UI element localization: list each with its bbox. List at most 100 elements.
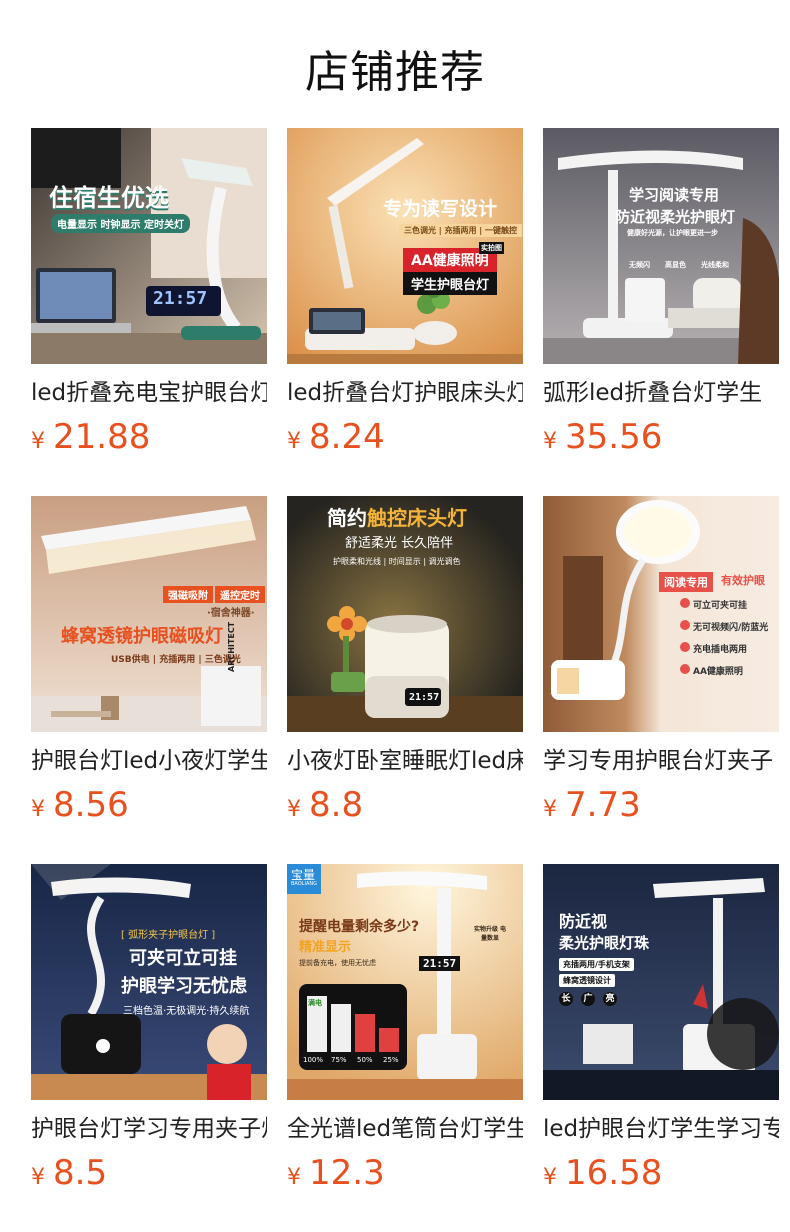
currency-symbol: ¥ [31, 429, 45, 454]
promo-subline: 三色调光 | 充插两用 | 一键触控 [399, 224, 522, 237]
product-price: ¥35.56 [543, 418, 779, 462]
product-photo [543, 496, 779, 732]
feature-tag: 强磁吸附 [163, 586, 213, 603]
promo-headline: 蜂窝透镜护眼磁吸灯 [61, 626, 223, 647]
feature-item: 可立可夹可挂 [693, 601, 748, 611]
product-name[interactable]: 弧形led折叠台灯学生 [543, 378, 779, 408]
book-spine-text: ARCHITECT [227, 621, 236, 672]
product-image[interactable]: 简约触控床头灯 舒适柔光 长久陪伴 护眼柔和光线 | 时间显示 | 调光调色 2… [287, 496, 523, 732]
level-label: 25% [383, 1056, 399, 1064]
corner-label: 实拍图 [479, 242, 504, 254]
product-price: ¥8.8 [287, 786, 523, 830]
promo-headline: 学习阅读专用 [629, 186, 720, 204]
product-image[interactable]: 专为读写设计 三色调光 | 充插两用 | 一键触控 AA健康照明 学生护眼台灯 … [287, 128, 523, 364]
promo-headline-2: 护眼学习无忧虑 [121, 976, 247, 997]
promo-subline: 电量显示 时钟显示 定时关灯 [51, 214, 190, 233]
feature-item: 无可视频闪/防蓝光 [693, 623, 769, 633]
product-name[interactable]: 护眼台灯led小夜灯学生 [31, 746, 267, 776]
level-label: 50% [357, 1056, 373, 1064]
product-image[interactable]: [ 弧形夹子护眼台灯 ] 可夹可立可挂 护眼学习无忧虑 三档色温·无极调光·持久… [31, 864, 267, 1100]
currency-symbol: ¥ [287, 429, 301, 454]
product-card[interactable]: 宝量 BAOLIANG 提醒电量剩余多少? 精准显示 提前备充电，使用无忧虑 实… [287, 864, 523, 1198]
headline-plain: 简约 [327, 506, 367, 530]
promo-features: 护眼柔和光线 | 时间显示 | 调光调色 [333, 557, 461, 566]
level-label: 100% [303, 1056, 324, 1064]
promo-headline: 专为读写设计 [383, 198, 498, 220]
promo-headline: 提醒电量剩余多少? [299, 919, 420, 935]
promo-headline-2: 精准显示 [299, 940, 352, 955]
currency-symbol: ¥ [543, 1165, 557, 1190]
product-card[interactable]: 阅读专用 有效护眼 可立可夹可挂 无可视频闪/防蓝光 充电插电两用 AA健康照明… [543, 496, 779, 830]
price-value: 8.5 [53, 1153, 108, 1193]
product-price: ¥16.58 [543, 1154, 779, 1198]
currency-symbol: ¥ [287, 1165, 301, 1190]
feature-item: AA健康照明 [693, 667, 743, 677]
product-name[interactable]: 小夜灯卧室睡眠灯led床头灯 [287, 746, 523, 776]
product-photo [31, 128, 267, 364]
product-card[interactable]: 住宿生优选 电量显示 时钟显示 定时关灯 21:57 led折叠充电宝护眼台灯 … [31, 128, 267, 462]
product-card[interactable]: [ 弧形夹子护眼台灯 ] 可夹可立可挂 护眼学习无忧虑 三档色温·无极调光·持久… [31, 864, 267, 1198]
product-card[interactable]: 简约触控床头灯 舒适柔光 长久陪伴 护眼柔和光线 | 时间显示 | 调光调色 2… [287, 496, 523, 830]
product-image[interactable]: 住宿生优选 电量显示 时钟显示 定时关灯 21:57 [31, 128, 267, 364]
feature-tag: 蜂窝透镜设计 [559, 974, 615, 987]
product-price: ¥7.73 [543, 786, 779, 830]
feature-icon: 亮 [603, 992, 617, 1006]
currency-symbol: ¥ [543, 429, 557, 454]
promo-subline: USB供电 | 充插两用 | 三色调光 [111, 655, 241, 665]
product-image[interactable]: 强磁吸附 遥控定时 ·宿舍神器· 蜂窝透镜护眼磁吸灯 USB供电 | 充插两用 … [31, 496, 267, 732]
price-value: 7.73 [565, 785, 641, 825]
promo-tag-secondary: 有效护眼 [721, 574, 765, 587]
promo-headline-2: 柔光护眼灯珠 [559, 934, 650, 952]
product-name[interactable]: 学习专用护眼台灯夹子 [543, 746, 779, 776]
feature-label: 光线柔和 [701, 261, 729, 269]
headline-highlight: 触控床头灯 [367, 506, 467, 530]
currency-symbol: ¥ [287, 797, 301, 822]
product-name[interactable]: led折叠充电宝护眼台灯 [31, 378, 267, 408]
price-value: 12.3 [309, 1153, 385, 1193]
feature-icon: 长 [559, 992, 573, 1006]
product-card[interactable]: 强磁吸附 遥控定时 ·宿舍神器· 蜂窝透镜护眼磁吸灯 USB供电 | 充插两用 … [31, 496, 267, 830]
price-value: 35.56 [565, 417, 663, 457]
promo-subline: 三档色温·无极调光·持久续航 [123, 1006, 250, 1017]
product-price: ¥8.56 [31, 786, 267, 830]
product-image[interactable]: 学习阅读专用 防近视柔光护眼灯 健康好光源，让护眼更进一步 无频闪 高显色 光线… [543, 128, 779, 364]
clock-display: 21:57 [153, 288, 208, 309]
promo-label: ·宿舍神器· [207, 608, 255, 619]
currency-symbol: ¥ [31, 797, 45, 822]
promo-headline-2: 防近视柔光护眼灯 [615, 208, 736, 226]
price-value: 8.56 [53, 785, 129, 825]
feature-tag: 遥控定时 [215, 586, 265, 603]
feature-item: 充电插电两用 [693, 645, 748, 655]
feature-tag: 充插两用/手机支架 [559, 958, 634, 971]
check-icon [680, 598, 690, 674]
promo-subline: 健康好光源，让护眼更进一步 [627, 229, 718, 237]
promo-badge-secondary: 学生护眼台灯 [403, 272, 498, 295]
product-price: ¥12.3 [287, 1154, 523, 1198]
promo-badge: 实物升级 电量数显 [473, 926, 507, 942]
product-image[interactable]: 宝量 BAOLIANG 提醒电量剩余多少? 精准显示 提前备充电，使用无忧虑 实… [287, 864, 523, 1100]
feature-icon: 广 [581, 992, 595, 1006]
product-price: ¥8.24 [287, 418, 523, 462]
price-value: 8.24 [309, 417, 385, 457]
product-card[interactable]: 防近视 柔光护眼灯珠 充插两用/手机支架 蜂窝透镜设计 长 广 亮 led护眼台… [543, 864, 779, 1198]
price-value: 21.88 [53, 417, 151, 457]
product-card[interactable]: 学习阅读专用 防近视柔光护眼灯 健康好光源，让护眼更进一步 无频闪 高显色 光线… [543, 128, 779, 462]
product-image[interactable]: 阅读专用 有效护眼 可立可夹可挂 无可视频闪/防蓝光 充电插电两用 AA健康照明 [543, 496, 779, 732]
product-image[interactable]: 防近视 柔光护眼灯珠 充插两用/手机支架 蜂窝透镜设计 长 广 亮 [543, 864, 779, 1100]
battery-bar [355, 1014, 375, 1052]
store-recommendation-page: 店铺推荐 住宿生优选 电量显示 时钟显示 定时关灯 21:57 led折叠充电宝… [0, 0, 790, 1232]
promo-headline: 防近视 [559, 912, 608, 931]
product-photo [543, 128, 779, 364]
promo-headline: 住宿生优选 [49, 184, 169, 212]
battery-bar [379, 1028, 399, 1052]
product-name[interactable]: led折叠台灯护眼床头灯 [287, 378, 523, 408]
feature-label: 高显色 [665, 261, 686, 269]
product-name[interactable]: 全光谱led笔筒台灯学生 [287, 1114, 523, 1144]
brand-name-en: BAOLIANG [291, 881, 317, 887]
product-card[interactable]: 专为读写设计 三色调光 | 充插两用 | 一键触控 AA健康照明 学生护眼台灯 … [287, 128, 523, 462]
product-name[interactable]: led护眼台灯学生学习专用 [543, 1114, 779, 1144]
product-name[interactable]: 护眼台灯学习专用夹子灯 [31, 1114, 267, 1144]
promo-subline: 提前备充电，使用无忧虑 [299, 959, 376, 967]
battery-levels: 满电 [307, 996, 399, 1054]
currency-symbol: ¥ [543, 797, 557, 822]
